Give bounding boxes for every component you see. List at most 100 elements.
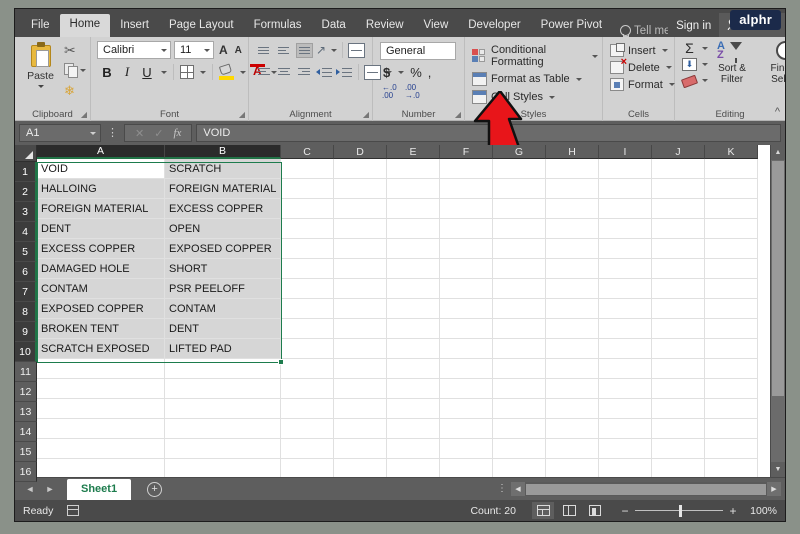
cell-i5[interactable]: [599, 239, 652, 259]
row-header-9[interactable]: 9: [15, 322, 37, 342]
cell-d3[interactable]: [334, 199, 387, 219]
cell-f9[interactable]: [440, 319, 493, 339]
cell-g14[interactable]: [493, 419, 546, 439]
cell-h16[interactable]: [546, 459, 599, 477]
tab-formulas[interactable]: Formulas: [244, 15, 312, 38]
cell-e5[interactable]: [387, 239, 440, 259]
cell-c7[interactable]: [281, 279, 334, 299]
paste-chevron-down-icon[interactable]: [37, 85, 44, 88]
cell-f14[interactable]: [440, 419, 493, 439]
tab-developer[interactable]: Developer: [458, 15, 530, 38]
cell-i6[interactable]: [599, 259, 652, 279]
decrease-indent-button[interactable]: [316, 65, 333, 80]
cell-f8[interactable]: [440, 299, 493, 319]
cell-h10[interactable]: [546, 339, 599, 359]
cell-a5[interactable]: EXCESS COPPER: [37, 239, 165, 259]
cell-a16[interactable]: [37, 459, 165, 477]
cell-j12[interactable]: [652, 379, 705, 399]
cell-j6[interactable]: [652, 259, 705, 279]
cell-k1[interactable]: [705, 159, 758, 179]
cell-b7[interactable]: PSR PEELOFF: [165, 279, 281, 299]
cell-f3[interactable]: [440, 199, 493, 219]
cell-styles-chevron-down-icon[interactable]: [548, 95, 555, 99]
cell-a9[interactable]: BROKEN TENT: [37, 319, 165, 339]
cell-g9[interactable]: [493, 319, 546, 339]
cell-c2[interactable]: [281, 179, 334, 199]
cell-i3[interactable]: [599, 199, 652, 219]
cell-b6[interactable]: SHORT: [165, 259, 281, 279]
sheet-tab-sheet1[interactable]: Sheet1: [67, 479, 132, 500]
cell-f16[interactable]: [440, 459, 493, 477]
cell-b1[interactable]: SCRATCH: [165, 159, 281, 179]
align-top-button[interactable]: [256, 43, 273, 58]
cell-f15[interactable]: [440, 439, 493, 459]
cell-e10[interactable]: [387, 339, 440, 359]
row-header-1[interactable]: 1: [15, 162, 37, 182]
cell-a11[interactable]: [37, 359, 165, 379]
cell-b13[interactable]: [165, 399, 281, 419]
align-center-button[interactable]: [276, 65, 293, 80]
cell-b16[interactable]: [165, 459, 281, 477]
horizontal-scroll-thumb[interactable]: [526, 483, 766, 495]
cell-g13[interactable]: [493, 399, 546, 419]
cell-e1[interactable]: [387, 159, 440, 179]
cell-k2[interactable]: [705, 179, 758, 199]
zoom-level-label[interactable]: 100%: [743, 505, 777, 517]
cell-e11[interactable]: [387, 359, 440, 379]
cell-c13[interactable]: [281, 399, 334, 419]
cell-i4[interactable]: [599, 219, 652, 239]
align-bottom-button[interactable]: [296, 42, 313, 58]
format-chevron-down-icon[interactable]: [668, 83, 675, 86]
cell-j2[interactable]: [652, 179, 705, 199]
cell-c6[interactable]: [281, 259, 334, 279]
cell-b11[interactable]: [165, 359, 281, 379]
column-header-k[interactable]: K: [705, 145, 758, 159]
column-header-j[interactable]: J: [652, 145, 705, 159]
cell-g16[interactable]: [493, 459, 546, 477]
cell-c10[interactable]: [281, 339, 334, 359]
scroll-left-arrow-icon[interactable]: ◀: [511, 482, 525, 496]
column-header-f[interactable]: F: [440, 145, 493, 159]
cell-a1[interactable]: VOID: [37, 159, 165, 179]
name-box-resize-handle[interactable]: ⋮: [105, 127, 120, 138]
row-header-6[interactable]: 6: [15, 262, 37, 282]
cell-k16[interactable]: [705, 459, 758, 477]
cell-b15[interactable]: [165, 439, 281, 459]
cell-h15[interactable]: [546, 439, 599, 459]
cell-g1[interactable]: [493, 159, 546, 179]
cell-c16[interactable]: [281, 459, 334, 477]
cell-f10[interactable]: [440, 339, 493, 359]
row-header-7[interactable]: 7: [15, 282, 37, 302]
decrease-font-size-button[interactable]: A: [233, 45, 244, 56]
cell-g15[interactable]: [493, 439, 546, 459]
cell-c4[interactable]: [281, 219, 334, 239]
increase-decimal-icon[interactable]: ←.0.00: [382, 84, 398, 100]
page-break-preview-button[interactable]: [584, 502, 606, 519]
increase-font-size-button[interactable]: A: [217, 43, 230, 57]
cell-d2[interactable]: [334, 179, 387, 199]
cell-e14[interactable]: [387, 419, 440, 439]
cell-e13[interactable]: [387, 399, 440, 419]
cell-a12[interactable]: [37, 379, 165, 399]
cell-i10[interactable]: [599, 339, 652, 359]
record-macro-icon[interactable]: [67, 505, 80, 516]
normal-view-button[interactable]: [532, 502, 554, 519]
cell-j14[interactable]: [652, 419, 705, 439]
align-left-button[interactable]: [256, 65, 273, 80]
cell-k3[interactable]: [705, 199, 758, 219]
column-header-h[interactable]: H: [546, 145, 599, 159]
cell-a4[interactable]: DENT: [37, 219, 165, 239]
cell-e2[interactable]: [387, 179, 440, 199]
check-icon[interactable]: ✓: [154, 127, 163, 140]
cell-e6[interactable]: [387, 259, 440, 279]
clipboard-dialog-launcher[interactable]: ◢: [81, 110, 87, 119]
cell-g5[interactable]: [493, 239, 546, 259]
zoom-in-button[interactable]: +: [728, 504, 738, 518]
cell-e7[interactable]: [387, 279, 440, 299]
cell-e15[interactable]: [387, 439, 440, 459]
tab-insert[interactable]: Insert: [110, 15, 159, 38]
cell-f4[interactable]: [440, 219, 493, 239]
cell-c14[interactable]: [281, 419, 334, 439]
cell-k12[interactable]: [705, 379, 758, 399]
cell-i14[interactable]: [599, 419, 652, 439]
